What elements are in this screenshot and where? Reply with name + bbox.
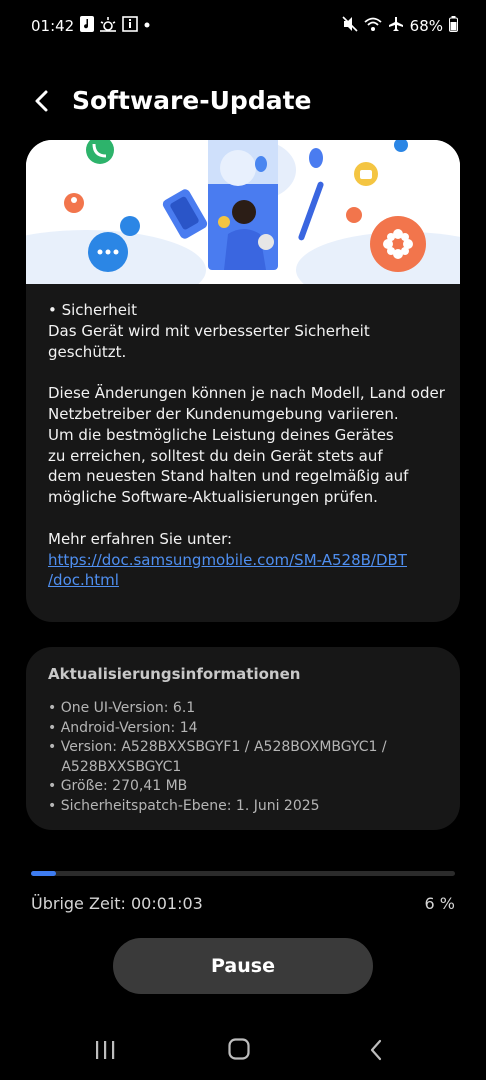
link-line-2: /doc.html (48, 571, 119, 590)
status-time: 01:42 (31, 17, 75, 35)
info-item-version: • Version: A528BXXSBGYF1 / A528BOXMBGYC1… (48, 739, 387, 755)
notification-icons (80, 16, 151, 36)
release-notes-text: • Sicherheit Das Gerät wird mit verbesse… (48, 300, 448, 591)
app-header: Software-Update (0, 80, 486, 124)
system-icons: 68% (342, 16, 458, 36)
status-bar: 01:42 68% (0, 0, 486, 52)
info-item-version-cont: A528BXXSBGYC1 (48, 758, 182, 775)
update-info-heading: Aktualisierungsinformationen (48, 665, 301, 683)
weather-icon (99, 16, 117, 36)
download-progress-bar (31, 871, 455, 876)
more-info-link[interactable]: https://doc.samsungmobile.com/SM-A528B/D… (48, 550, 448, 592)
update-info-card: Aktualisierungsinformationen • One UI-Ve… (26, 647, 460, 830)
info-item-security-patch: • Sicherheitspatch-Ebene: 1. Juni 2025 (48, 797, 320, 814)
page-title: Software-Update (72, 86, 312, 115)
release-notes-body: • Sicherheit Das Gerät wird mit verbesse… (48, 301, 445, 548)
dot-icon (143, 16, 151, 36)
mute-icon (342, 16, 358, 36)
home-icon[interactable] (228, 1038, 250, 1060)
wifi-icon (364, 16, 382, 36)
nav-back-icon[interactable] (366, 1038, 386, 1062)
update-info-list: • One UI-Version: 6.1 • Android-Version:… (48, 699, 448, 816)
back-button[interactable] (28, 86, 56, 116)
info-item-ui-version: • One UI-Version: 6.1 (48, 700, 196, 716)
download-percent: 6 % (424, 894, 455, 913)
remaining-time: Übrige Zeit: 00:01:03 (31, 894, 203, 913)
pause-button[interactable]: Pause (113, 938, 373, 994)
info-item-size: • Größe: 270,41 MB (48, 778, 188, 794)
hero-illustration (26, 140, 460, 310)
airplane-icon (388, 16, 404, 36)
download-progress-fill (31, 871, 57, 876)
battery-percent: 68% (409, 17, 443, 35)
recent-apps-icon[interactable] (93, 1040, 117, 1060)
navigation-bar (0, 1020, 486, 1080)
chevron-left-icon (35, 90, 48, 112)
music-note-icon (80, 16, 94, 36)
release-notes-card: • Sicherheit Das Gerät wird mit verbesse… (26, 140, 460, 622)
link-line-1: https://doc.samsungmobile.com/SM-A528B/D… (48, 550, 407, 569)
info-box-icon (122, 16, 138, 36)
info-item-android-version: • Android-Version: 14 (48, 719, 198, 736)
battery-icon (449, 16, 458, 36)
